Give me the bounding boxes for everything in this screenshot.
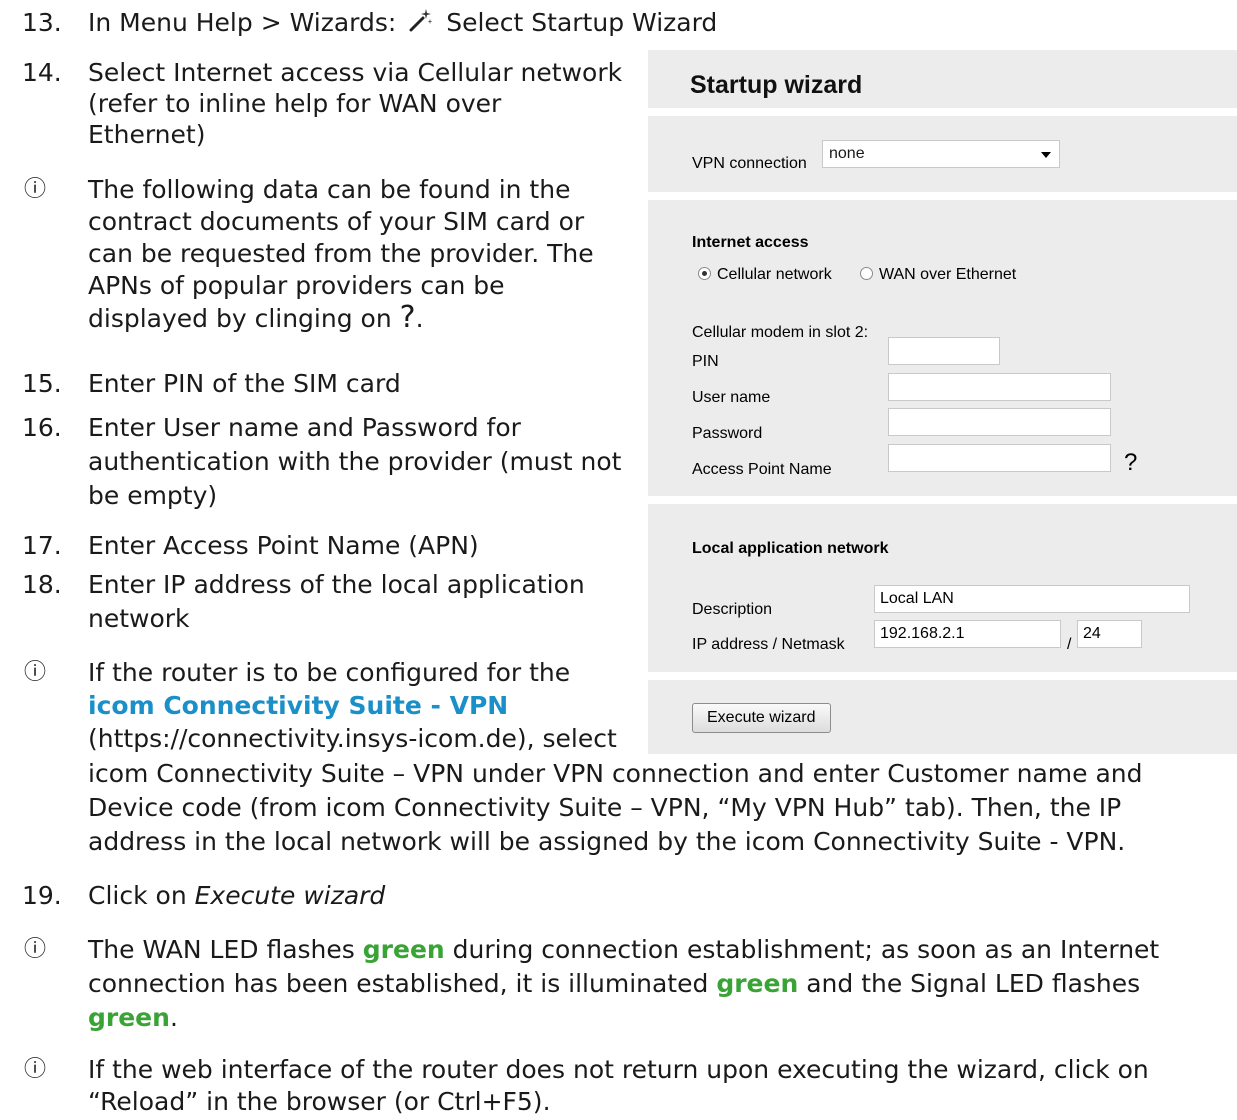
vpn-suite-link[interactable]: icom Connectivity Suite - VPN	[88, 688, 508, 723]
info-line: can be requested from the provider. The	[88, 239, 594, 268]
info-line: Device code (from icom Connectivity Suit…	[88, 793, 1122, 822]
step-text-post: Select Startup Wizard	[446, 8, 718, 37]
apn-help-icon[interactable]: ?	[1124, 445, 1137, 480]
info-text: The WAN LED flashes	[88, 935, 355, 964]
step-number: 14.	[22, 58, 62, 87]
info-line: address in the local network will be ass…	[88, 827, 1126, 856]
vpn-connection-select[interactable]: none	[822, 140, 1060, 168]
step-text: In Menu Help > Wizards: Select Startup W…	[88, 5, 717, 40]
apn-field[interactable]	[888, 444, 1111, 472]
user-name-field[interactable]	[888, 373, 1111, 401]
step-line: be empty)	[88, 481, 218, 510]
step-number: 19.	[22, 881, 62, 910]
password-label: Password	[692, 425, 763, 442]
radio-wan-over-ethernet[interactable]: WAN over Ethernet	[860, 257, 1016, 292]
step-number: 13.	[22, 8, 62, 37]
info-line: displayed by clinging on ?.	[88, 300, 424, 336]
step-line: network	[88, 604, 190, 633]
info-line: APNs of popular providers can be	[88, 271, 505, 300]
step-line: Ethernet)	[88, 120, 206, 149]
step-line: authentication with the provider (must n…	[88, 447, 622, 476]
internet-access-heading: Internet access	[692, 234, 809, 251]
info-icon: ⓘ	[24, 937, 47, 962]
netmask-separator: /	[1067, 636, 1072, 653]
step-line: Enter User name and Password for	[88, 413, 521, 442]
info-line: (https://connectivity.insys-icom.de), se…	[88, 724, 617, 753]
radio-cellular-network[interactable]: Cellular network	[698, 257, 832, 292]
info-text: displayed by clinging on	[88, 304, 392, 333]
step-number: 16.	[22, 413, 62, 442]
description-field[interactable]: Local LAN	[874, 585, 1190, 613]
local-network-heading: Local application network	[692, 540, 889, 557]
step-emphasis: Execute wizard	[194, 881, 386, 910]
step-text: Click on	[88, 881, 187, 910]
pin-field[interactable]	[888, 337, 1000, 365]
execute-wizard-button[interactable]: Execute wizard	[692, 703, 831, 733]
vpn-connection-label: VPN connection	[692, 155, 807, 172]
step-line: Enter IP address of the local applicatio…	[88, 570, 585, 599]
step-line: Click on Execute wizard	[88, 878, 385, 913]
help-question-icon: ?	[399, 300, 416, 335]
password-field[interactable]	[888, 408, 1111, 436]
chevron-down-icon	[1041, 152, 1051, 158]
info-line: The WAN LED flashes green during connect…	[88, 932, 1159, 967]
user-name-label: User name	[692, 389, 771, 406]
step-line: (refer to inline help for WAN over	[88, 89, 502, 118]
vpn-connection-value: none	[829, 145, 865, 162]
info-text: and the Signal LED flashes	[806, 969, 1141, 998]
info-line: If the web interface of the router does …	[88, 1055, 1149, 1084]
info-line: green.	[88, 1000, 178, 1035]
apn-label: Access Point Name	[692, 461, 832, 478]
step-number: 18.	[22, 570, 62, 599]
info-line: “Reload” in the browser (or Ctrl+F5).	[88, 1087, 551, 1116]
info-line: The following data can be found in the	[88, 175, 571, 204]
radio-label: Cellular network	[717, 266, 832, 283]
step-number: 17.	[22, 531, 62, 560]
step-line: Enter Access Point Name (APN)	[88, 531, 479, 560]
led-color-green: green	[716, 969, 799, 998]
info-icon: ⓘ	[24, 1057, 47, 1082]
step-text-pre: In Menu Help > Wizards:	[88, 8, 397, 37]
radio-unselected-icon	[860, 267, 873, 280]
magic-wand-icon	[409, 9, 433, 32]
netmask-field[interactable]: 24	[1077, 620, 1142, 648]
led-color-green: green	[88, 1003, 170, 1032]
info-icon: ⓘ	[24, 177, 47, 202]
info-text: .	[169, 1003, 178, 1032]
info-line: connection has been established, it is i…	[88, 966, 1140, 1001]
ip-address-field[interactable]: 192.168.2.1	[874, 620, 1061, 648]
info-text: connection has been established, it is i…	[88, 969, 709, 998]
info-text: .	[415, 304, 424, 333]
step-line: Select Internet access via Cellular netw…	[88, 58, 623, 87]
info-line: icom Connectivity Suite – VPN under VPN …	[88, 759, 1143, 788]
info-icon: ⓘ	[24, 660, 47, 685]
info-line: contract documents of your SIM card or	[88, 207, 585, 236]
step-line: Enter PIN of the SIM card	[88, 369, 401, 398]
ip-netmask-label: IP address / Netmask	[692, 636, 845, 653]
step-number: 15.	[22, 369, 62, 398]
radio-selected-icon	[698, 267, 711, 280]
info-line: If the router is to be configured for th…	[88, 658, 571, 687]
wizard-title: Startup wizard	[690, 71, 863, 99]
pin-label: PIN	[692, 353, 719, 370]
led-color-green: green	[362, 935, 445, 964]
info-text: during connection establishment; as soon…	[452, 935, 1160, 964]
description-label: Description	[692, 601, 773, 618]
radio-label: WAN over Ethernet	[879, 266, 1017, 283]
